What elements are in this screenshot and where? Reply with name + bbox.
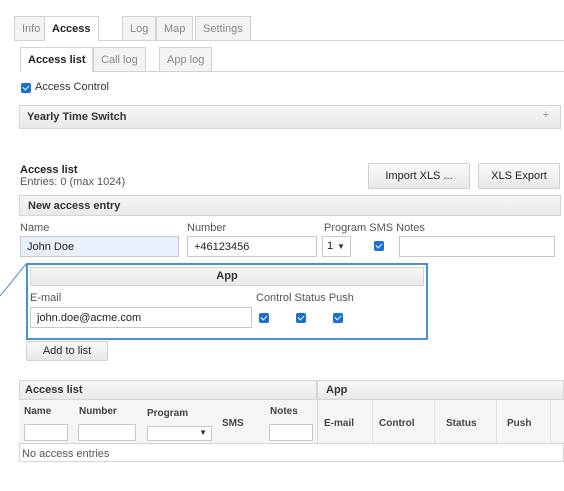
column-header-notes: Notes [270,406,298,417]
tab-log[interactable]: Log [122,16,157,40]
column-header-number: Number [79,406,117,417]
yearly-time-switch-bar[interactable]: Yearly Time Switch + [19,105,561,129]
subtab-access-list[interactable]: Access list [20,47,94,72]
table-group-access-list-label: Access list [25,384,83,396]
chevron-down-icon: ▼ [199,428,207,437]
column-divider [496,400,497,444]
tab-access[interactable]: Access [44,16,99,41]
access-control-label: Access Control [35,81,109,93]
import-xls-button[interactable]: Import XLS ... [368,163,470,189]
app-section-bar: App [30,267,424,286]
table-group-app-label: App [326,384,348,396]
table-group-app: App [317,380,564,400]
status-checkbox[interactable] [296,313,306,323]
new-access-entry-title: New access entry [28,200,121,212]
subtab-app-log[interactable]: App log [159,47,213,71]
filter-program-select[interactable]: ▼ [147,426,212,441]
column-header-sms: SMS [222,418,244,429]
email-label: E-mail [30,292,62,304]
column-header-program: Program [147,408,189,419]
push-checkbox[interactable] [333,313,343,323]
email-input[interactable] [30,307,252,328]
sms-checkbox[interactable] [374,241,384,251]
notes-input[interactable] [399,236,555,257]
column-header-push: Push [507,418,532,429]
column-header-email: E-mail [324,418,355,429]
app-section-title: App [216,270,238,282]
entries-count: Entries: 0 (max 1024) [20,176,126,188]
tab-map[interactable]: Map [156,16,194,40]
program-value: 1 [327,240,334,252]
tab-settings[interactable]: Settings [195,16,251,40]
empty-table-message: No access entries [22,448,110,460]
access-control-checkbox[interactable] [21,83,31,93]
expand-icon[interactable]: + [539,109,553,123]
column-divider [550,400,551,444]
column-header-status: Status [446,418,477,429]
add-to-list-button[interactable]: Add to list [26,341,108,361]
column-header-name: Name [24,406,52,417]
filter-number-input[interactable] [78,424,136,441]
subtab-call-log[interactable]: Call log [93,47,146,71]
xls-export-button[interactable]: XLS Export [478,163,560,189]
filter-notes-input[interactable] [269,424,313,441]
table-group-access-list: Access list [19,380,317,400]
control-checkbox[interactable] [259,313,269,323]
column-header-control: Control [379,418,415,429]
program-sms-notes-label: Program SMS Notes [324,222,425,234]
name-input[interactable] [20,236,179,257]
program-select[interactable]: 1 ▼ [322,236,351,257]
filter-name-input[interactable] [24,424,68,441]
column-divider [372,400,373,444]
number-input[interactable] [187,236,317,257]
chevron-down-icon: ▼ [337,242,345,251]
yearly-time-switch-title: Yearly Time Switch [27,111,127,123]
access-list-title: Access list [20,164,78,176]
column-divider [317,400,318,444]
new-access-entry-bar: New access entry [19,195,561,216]
name-label: Name [20,222,50,234]
number-label: Number [187,222,227,234]
column-divider [434,400,435,444]
control-status-push-label: Control Status Push [256,292,354,304]
